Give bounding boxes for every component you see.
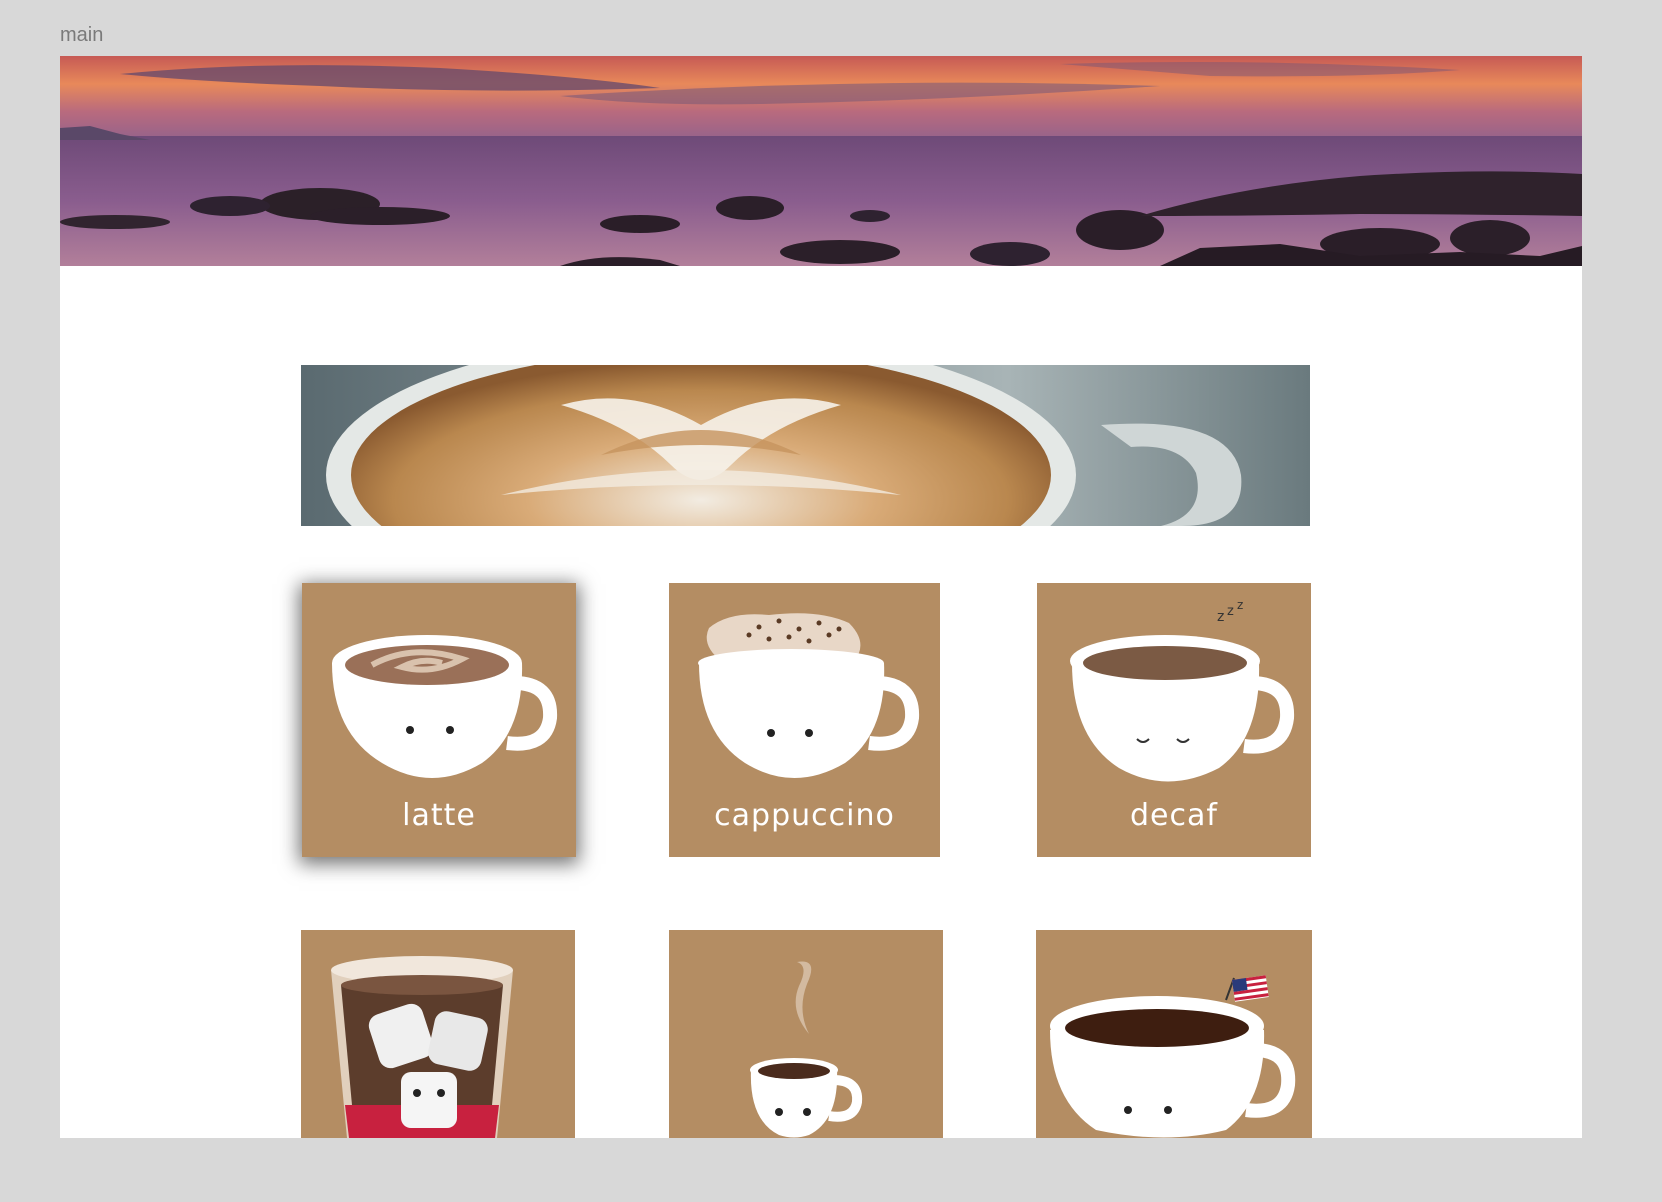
product-tile-cappuccino[interactable]: cappuccino xyxy=(669,583,940,857)
product-label: decaf xyxy=(1130,798,1218,833)
product-label: cappuccino xyxy=(714,798,895,833)
product-tile-iced-coffee[interactable] xyxy=(301,930,575,1138)
frame-label: main xyxy=(60,24,104,46)
artboard-main: latte cappuccino z z z decaf xyxy=(60,56,1582,1138)
espresso-cup-icon xyxy=(750,961,863,1138)
latte-art-banner xyxy=(301,365,1310,526)
svg-text:z: z xyxy=(1227,604,1234,619)
americano-cup-icon xyxy=(1050,975,1296,1138)
svg-text:z: z xyxy=(1237,598,1243,612)
product-tile-latte[interactable]: latte xyxy=(302,583,576,857)
hero-image xyxy=(60,56,1582,266)
product-tile-americano[interactable] xyxy=(1036,930,1312,1138)
product-tile-espresso[interactable] xyxy=(669,930,943,1138)
iced-coffee-icon xyxy=(331,956,513,1138)
product-tile-decaf[interactable]: z z z decaf xyxy=(1037,583,1311,857)
product-label: latte xyxy=(402,798,476,833)
us-flag-icon xyxy=(1231,975,1269,1002)
svg-text:z: z xyxy=(1217,609,1224,625)
